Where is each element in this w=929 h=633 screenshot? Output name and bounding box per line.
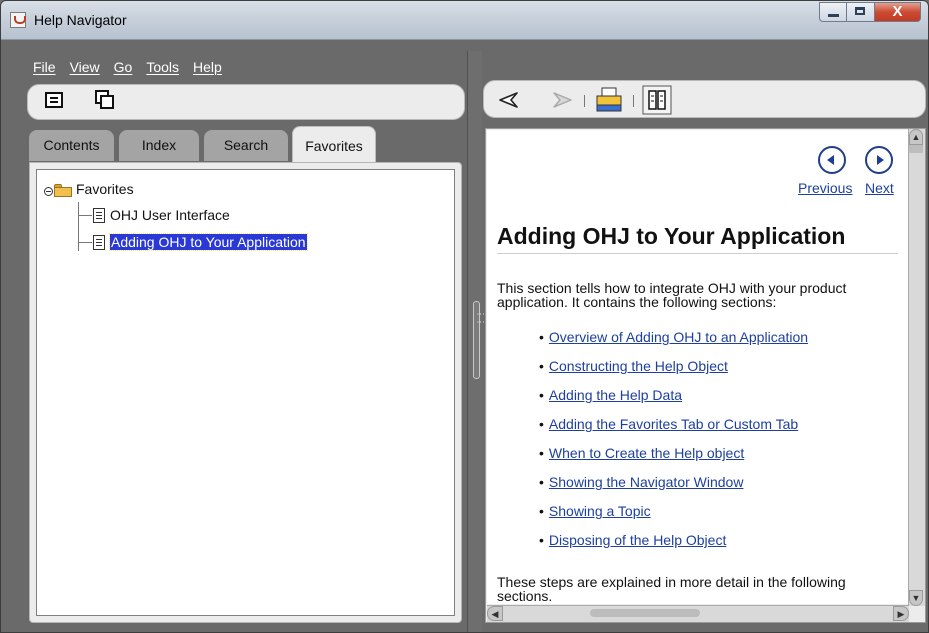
document-icon bbox=[45, 92, 63, 108]
tree-connector bbox=[78, 202, 79, 251]
section-link[interactable]: Showing a Topic bbox=[549, 503, 651, 519]
minimize-button[interactable] bbox=[819, 2, 847, 22]
tree-root-favorites[interactable]: Favorites bbox=[76, 181, 134, 197]
list-item[interactable]: • Constructing the Help Object bbox=[539, 358, 808, 387]
split-window-button[interactable] bbox=[95, 90, 119, 114]
scroll-down-icon[interactable]: ▼ bbox=[909, 590, 923, 606]
menu-file[interactable]: File bbox=[33, 59, 56, 75]
topic-page-icon bbox=[93, 235, 105, 250]
list-item[interactable]: • Adding the Help Data bbox=[539, 387, 808, 416]
print-icon bbox=[596, 87, 622, 112]
list-item[interactable]: • Adding the Favorites Tab or Custom Tab bbox=[539, 416, 808, 445]
section-link[interactable]: Overview of Adding OHJ to an Application bbox=[549, 329, 808, 345]
heading-rule bbox=[497, 253, 898, 254]
favorites-panel: Favorites OHJ User Interface Adding OHJ … bbox=[29, 162, 462, 623]
tab-index[interactable]: Index bbox=[119, 130, 199, 161]
forward-arrow-icon bbox=[553, 92, 572, 108]
topic-page-icon bbox=[93, 208, 105, 223]
horizontal-scrollbar[interactable]: ◀ ▶ bbox=[487, 605, 909, 622]
menu-tools[interactable]: Tools bbox=[146, 59, 179, 75]
next-link[interactable]: Next bbox=[865, 180, 894, 196]
print-button[interactable] bbox=[596, 87, 622, 113]
scroll-left-icon[interactable]: ◀ bbox=[487, 606, 503, 621]
java-app-icon bbox=[10, 12, 26, 28]
navigator-toolbar bbox=[27, 84, 465, 120]
section-link[interactable]: Disposing of the Help Object bbox=[549, 532, 726, 548]
tree-connector bbox=[78, 215, 92, 216]
topic-panel: Previous Next Adding OHJ to Your Applica… bbox=[485, 128, 926, 623]
menu-help[interactable]: Help bbox=[193, 59, 222, 75]
toolbar-separator bbox=[633, 95, 634, 107]
toggle-document-button[interactable] bbox=[45, 92, 69, 116]
favorites-tree[interactable]: Favorites OHJ User Interface Adding OHJ … bbox=[36, 169, 455, 616]
menu-bar: File View Go Tools Help bbox=[33, 59, 222, 75]
page-layout-button[interactable] bbox=[642, 85, 672, 115]
section-link[interactable]: Constructing the Help Object bbox=[549, 358, 728, 374]
scroll-right-icon[interactable]: ▶ bbox=[893, 606, 909, 621]
close-button[interactable]: X bbox=[875, 2, 921, 22]
collapse-icon[interactable] bbox=[44, 187, 53, 196]
section-link[interactable]: When to Create the Help object bbox=[549, 445, 744, 461]
vertical-scrollbar[interactable]: ▲ ▼ bbox=[908, 129, 925, 606]
back-button[interactable] bbox=[499, 92, 519, 108]
back-arrow-icon bbox=[499, 92, 518, 108]
list-item[interactable]: • Overview of Adding OHJ to an Applicatio… bbox=[539, 329, 808, 358]
page-layout-icon bbox=[642, 85, 672, 115]
menu-view[interactable]: View bbox=[70, 59, 100, 75]
forward-button[interactable] bbox=[552, 92, 572, 108]
split-window-icon bbox=[95, 90, 115, 109]
window-title: Help Navigator bbox=[34, 12, 127, 28]
close-icon: X bbox=[892, 3, 903, 20]
section-link[interactable]: Adding the Favorites Tab or Custom Tab bbox=[549, 416, 798, 432]
tree-item-ohj-user-interface[interactable]: OHJ User Interface bbox=[110, 207, 230, 223]
topic-content: Previous Next Adding OHJ to Your Applica… bbox=[487, 130, 910, 604]
list-item[interactable]: • Showing the Navigator Window bbox=[539, 474, 808, 503]
tree-item-adding-ohj[interactable]: Adding OHJ to Your Application bbox=[109, 233, 308, 251]
tab-favorites[interactable]: Favorites bbox=[292, 126, 376, 162]
next-arrow-icon[interactable] bbox=[865, 146, 893, 174]
minimize-icon bbox=[828, 14, 839, 17]
section-link[interactable]: Adding the Help Data bbox=[549, 387, 682, 403]
scroll-thumb[interactable] bbox=[909, 145, 923, 153]
maximize-icon bbox=[855, 7, 865, 15]
tab-search[interactable]: Search bbox=[204, 130, 288, 161]
title-bar[interactable]: Help Navigator X bbox=[1, 1, 928, 40]
menu-go[interactable]: Go bbox=[114, 59, 133, 75]
topic-toolbar bbox=[483, 80, 926, 118]
tree-connector bbox=[78, 242, 92, 243]
list-item[interactable]: • When to Create the Help object bbox=[539, 445, 808, 474]
scroll-thumb[interactable] bbox=[590, 609, 700, 617]
section-link[interactable]: Showing the Navigator Window bbox=[549, 474, 744, 490]
tab-contents[interactable]: Contents bbox=[29, 130, 114, 161]
previous-link[interactable]: Previous bbox=[798, 180, 852, 196]
outro-paragraph: These steps are explained in more detail… bbox=[497, 574, 846, 604]
maximize-button[interactable] bbox=[847, 2, 875, 22]
section-links: • Overview of Adding OHJ to an Applicatio… bbox=[539, 329, 808, 561]
window-controls: X bbox=[819, 2, 921, 23]
list-item[interactable]: • Showing a Topic bbox=[539, 503, 808, 532]
list-item[interactable]: • Disposing of the Help Object bbox=[539, 532, 808, 561]
help-navigator-window: Help Navigator X File View Go Tools Help bbox=[0, 0, 929, 633]
intro-paragraph: This section tells how to integrate OHJ … bbox=[497, 280, 847, 310]
page-title: Adding OHJ to Your Application bbox=[497, 223, 846, 249]
scroll-up-icon[interactable]: ▲ bbox=[909, 129, 923, 145]
divider-grip-icon[interactable] bbox=[473, 301, 486, 379]
folder-open-icon bbox=[54, 184, 72, 197]
toolbar-separator bbox=[584, 95, 585, 107]
previous-arrow-icon[interactable] bbox=[818, 146, 846, 174]
